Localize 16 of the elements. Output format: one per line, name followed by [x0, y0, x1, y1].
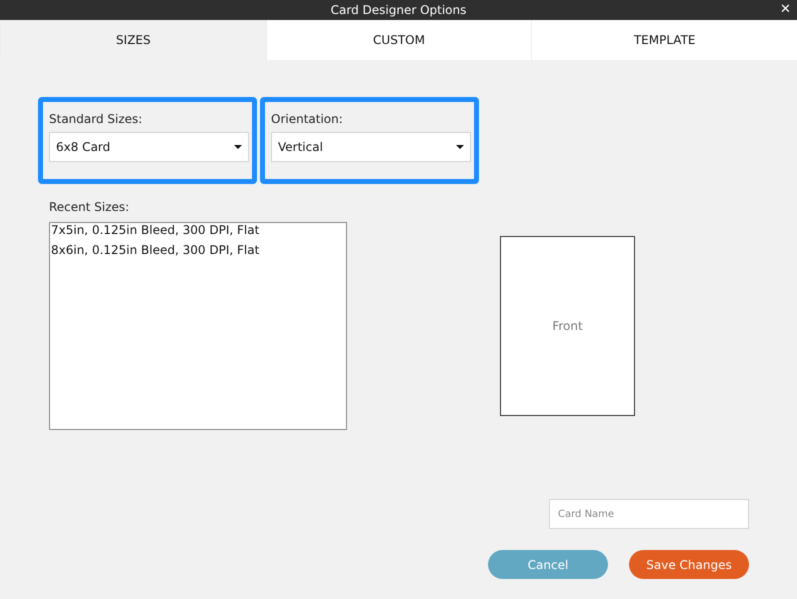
window-title: Card Designer Options: [330, 3, 466, 17]
card-name-field[interactable]: Card Name: [549, 499, 749, 529]
list-item[interactable]: 7x5in, 0.125in Bleed, 300 DPI, Flat: [51, 223, 345, 243]
field-label: Standard Sizes:: [49, 112, 144, 126]
dropdown[interactable]: 6x8 Card: [49, 132, 249, 162]
field-label: Orientation:: [271, 112, 344, 126]
tab[interactable]: CUSTOM: [266, 20, 532, 60]
save-button[interactable]: Save Changes: [629, 550, 749, 579]
field-label: Recent Sizes:: [49, 200, 130, 214]
dropdown[interactable]: Vertical: [271, 132, 471, 162]
close-button[interactable]: ✕: [778, 1, 793, 16]
tab[interactable]: TEMPLATE: [531, 20, 797, 60]
dropdown-caret-icon: [234, 145, 242, 149]
dropdown-caret-icon: [456, 145, 464, 149]
preview-label: Front: [552, 319, 583, 333]
list-item[interactable]: 8x6in, 0.125in Bleed, 300 DPI, Flat: [51, 243, 345, 263]
